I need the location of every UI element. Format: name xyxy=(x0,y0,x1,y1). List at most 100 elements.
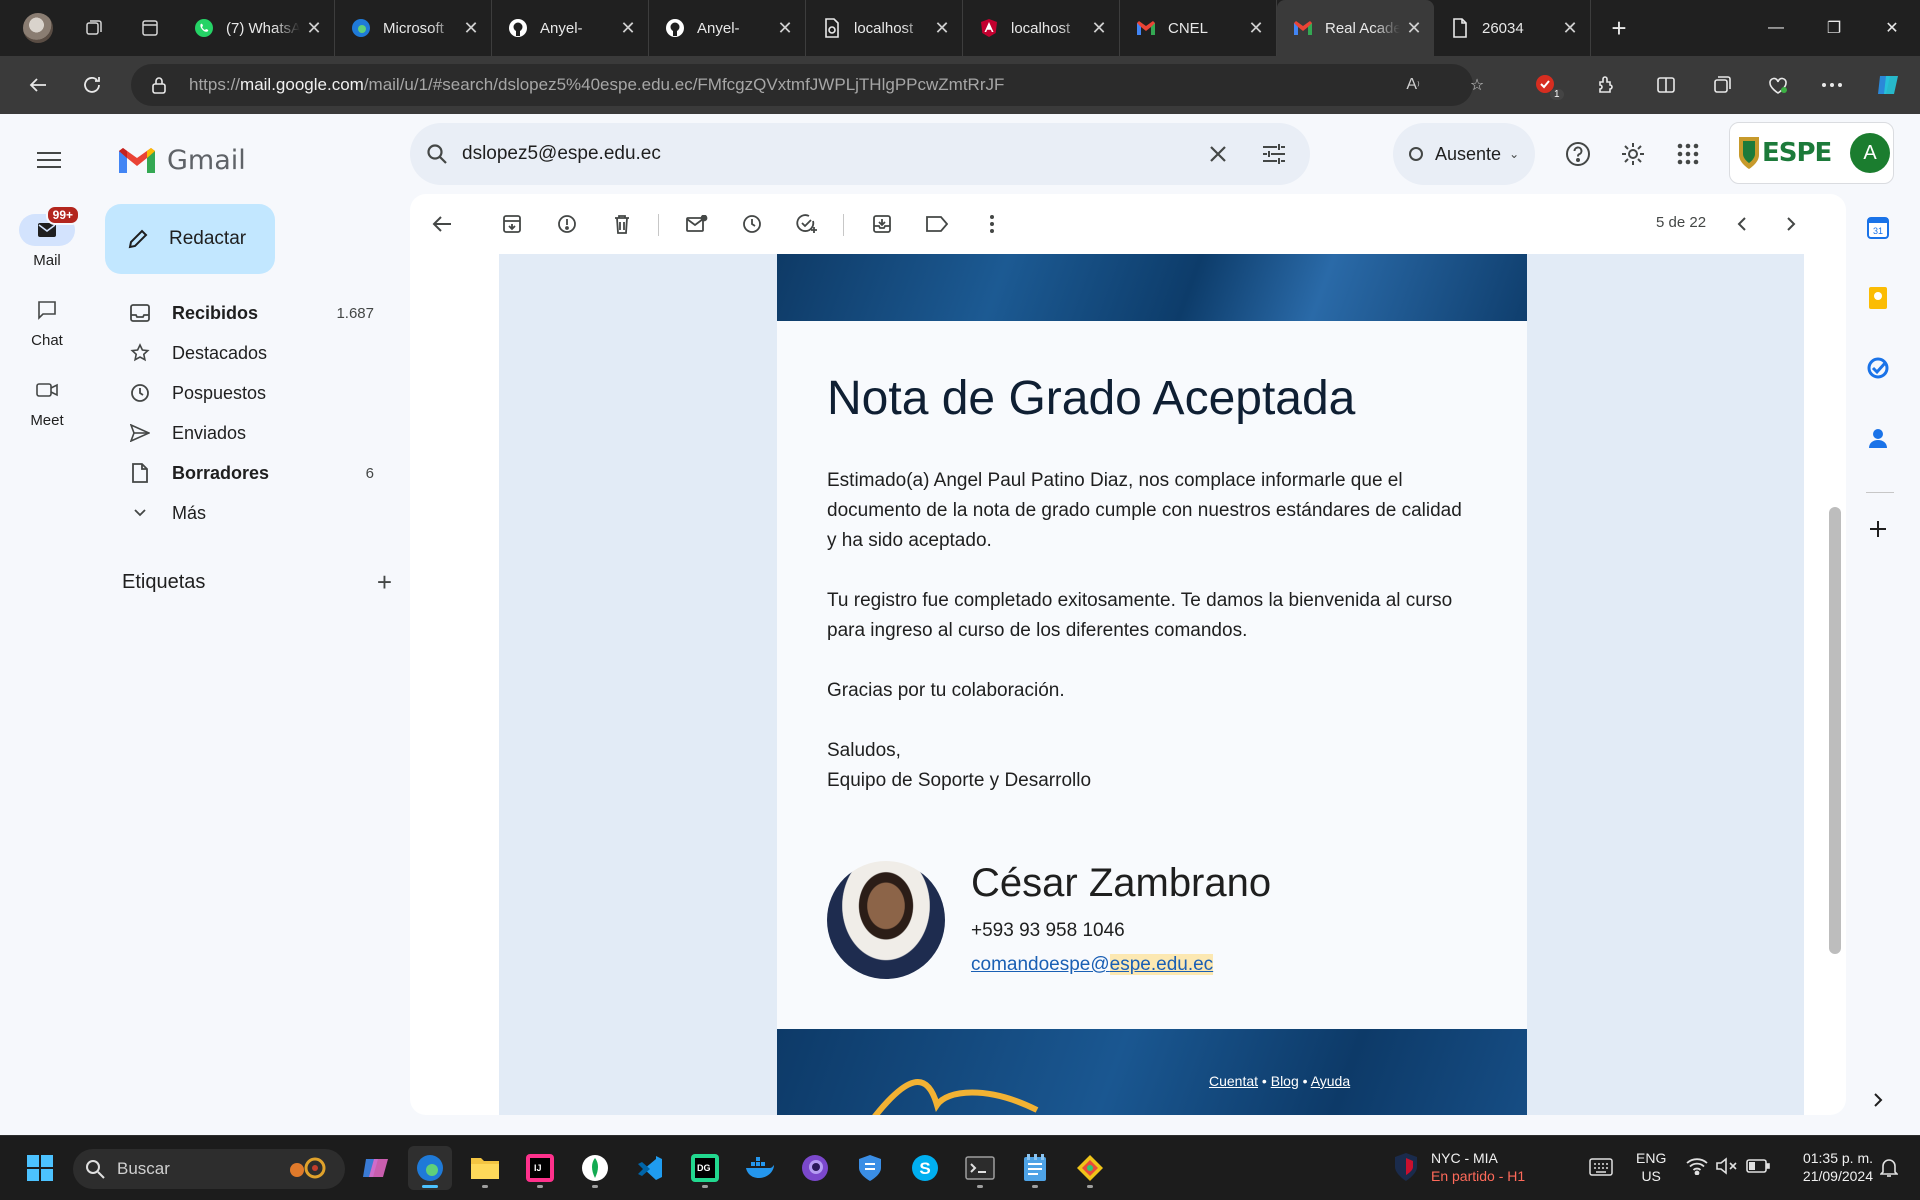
add-label-icon[interactable]: + xyxy=(377,567,392,598)
mark-unread-icon[interactable] xyxy=(675,202,719,246)
notifications-bell-icon[interactable] xyxy=(1879,1158,1899,1183)
minimize-icon[interactable]: — xyxy=(1748,0,1804,56)
calendar-icon[interactable]: 31 xyxy=(1858,208,1898,248)
wifi-icon[interactable] xyxy=(1686,1157,1708,1180)
snooze-clock-icon[interactable] xyxy=(730,202,774,246)
move-to-icon[interactable] xyxy=(860,202,904,246)
keyboard-icon[interactable] xyxy=(1589,1158,1613,1181)
sports-widget[interactable]: NYC - MIA En partido - H1 xyxy=(1431,1149,1525,1185)
close-tab-icon[interactable]: ✕ xyxy=(614,18,642,39)
scrollbar-thumb[interactable] xyxy=(1829,507,1841,954)
intellij-icon[interactable]: IJ xyxy=(518,1146,562,1190)
volume-muted-icon[interactable] xyxy=(1716,1157,1738,1180)
taskbar-search[interactable]: Buscar xyxy=(73,1149,345,1189)
edge-app-icon[interactable] xyxy=(408,1146,452,1190)
sidebar-item-more[interactable]: Más xyxy=(94,493,394,533)
close-tab-icon[interactable]: ✕ xyxy=(1400,18,1428,39)
search-input[interactable]: dslopez5@espe.edu.ec xyxy=(462,143,1190,165)
mongodb-compass-icon[interactable] xyxy=(573,1146,617,1190)
older-chevron-right-icon[interactable] xyxy=(1769,202,1813,246)
contacts-icon[interactable] xyxy=(1858,418,1898,458)
close-tab-icon[interactable]: ✕ xyxy=(1242,18,1270,39)
tab-actions-icon[interactable] xyxy=(122,0,178,56)
browser-tab-active[interactable]: Real Academia ✕ xyxy=(1277,0,1434,56)
sports-league-icon[interactable] xyxy=(1393,1152,1419,1187)
browser-tab[interactable]: CNEL ✕ xyxy=(1120,0,1277,56)
keep-notes-icon[interactable] xyxy=(1858,278,1898,318)
browser-tab[interactable]: Anyel- ✕ xyxy=(492,0,649,56)
terminal-icon[interactable] xyxy=(958,1146,1002,1190)
compose-button[interactable]: Redactar xyxy=(105,204,275,274)
rail-mail[interactable]: 99+ Mail xyxy=(0,205,94,269)
skype-icon[interactable]: S xyxy=(903,1146,947,1190)
notepad-icon[interactable] xyxy=(1013,1146,1057,1190)
sidebar-item-starred[interactable]: Destacados xyxy=(94,333,394,373)
help-icon[interactable] xyxy=(1555,131,1601,177)
sidebar-item-drafts[interactable]: Borradores 6 xyxy=(94,453,394,493)
rail-chat[interactable]: Chat xyxy=(0,294,94,349)
tasks-icon[interactable] xyxy=(1858,348,1898,388)
close-tab-icon[interactable]: ✕ xyxy=(457,18,485,39)
status-selector[interactable]: Ausente ⌄ xyxy=(1393,123,1535,185)
firefox-browser-icon[interactable] xyxy=(793,1146,837,1190)
browser-tab[interactable]: 26034 ✕ xyxy=(1434,0,1591,56)
sidebar-item-snoozed[interactable]: Pospuestos xyxy=(94,373,394,413)
newer-chevron-left-icon[interactable] xyxy=(1720,202,1764,246)
gmail-logo[interactable]: Gmail xyxy=(117,136,246,184)
search-icon[interactable] xyxy=(426,143,448,165)
clear-search-icon[interactable] xyxy=(1190,126,1246,182)
refresh-icon[interactable] xyxy=(70,56,114,114)
language-indicator[interactable]: ENG US xyxy=(1636,1149,1666,1185)
delete-trash-icon[interactable] xyxy=(600,202,644,246)
read-aloud-icon[interactable]: A ⁾ xyxy=(1393,64,1433,106)
copilot-icon[interactable] xyxy=(1866,56,1910,114)
git-tool-icon[interactable] xyxy=(1068,1146,1112,1190)
signature-email-link[interactable]: comandoespe@espe.edu.ec xyxy=(971,954,1214,975)
close-tab-icon[interactable]: ✕ xyxy=(300,18,328,39)
sidebar-item-inbox[interactable]: Recibidos 1.687 xyxy=(94,293,394,333)
report-spam-icon[interactable] xyxy=(545,202,589,246)
clock[interactable]: 01:35 p. m. 21/09/2024 xyxy=(1787,1149,1873,1185)
browser-tab[interactable]: (7) WhatsApp ✕ xyxy=(178,0,335,56)
file-explorer-icon[interactable] xyxy=(463,1146,507,1190)
browser-essentials-icon[interactable] xyxy=(1756,56,1800,114)
new-tab-button[interactable]: + xyxy=(1591,0,1647,56)
back-arrow-icon[interactable] xyxy=(16,56,60,114)
close-tab-icon[interactable]: ✕ xyxy=(771,18,799,39)
footer-link-help[interactable]: Ayuda xyxy=(1311,1073,1350,1089)
vscode-icon[interactable] xyxy=(628,1146,672,1190)
docker-icon[interactable] xyxy=(738,1146,782,1190)
browser-tab[interactable]: localhost ✕ xyxy=(806,0,963,56)
split-screen-icon[interactable] xyxy=(1644,56,1688,114)
browser-tab[interactable]: Anyel- ✕ xyxy=(649,0,806,56)
rail-meet[interactable]: Meet xyxy=(0,374,94,429)
browser-profile-avatar[interactable] xyxy=(23,13,53,43)
windows-start-icon[interactable] xyxy=(18,1146,62,1190)
browser-tab[interactable]: localhost ✕ xyxy=(963,0,1120,56)
extension-shield-icon[interactable]: 1 xyxy=(1524,56,1568,114)
more-vertical-icon[interactable] xyxy=(970,202,1014,246)
back-to-list-icon[interactable] xyxy=(420,202,464,246)
copilot-app-icon[interactable] xyxy=(354,1146,398,1190)
search-bar[interactable]: dslopez5@espe.edu.ec xyxy=(410,123,1310,185)
get-addons-plus-icon[interactable] xyxy=(1858,509,1898,549)
browser-tab[interactable]: Microsoft ✕ xyxy=(335,0,492,56)
battery-icon[interactable] xyxy=(1746,1158,1770,1179)
workspaces-icon[interactable] xyxy=(66,0,122,56)
footer-link-blog[interactable]: Blog xyxy=(1271,1073,1299,1089)
sidebar-item-sent[interactable]: Enviados xyxy=(94,413,394,453)
more-options-icon[interactable] xyxy=(1810,56,1854,114)
close-window-icon[interactable]: ✕ xyxy=(1864,0,1920,56)
search-options-icon[interactable] xyxy=(1246,126,1302,182)
collections-icon[interactable] xyxy=(1700,56,1744,114)
close-tab-icon[interactable]: ✕ xyxy=(1085,18,1113,39)
close-tab-icon[interactable]: ✕ xyxy=(928,18,956,39)
close-tab-icon[interactable]: ✕ xyxy=(1556,18,1584,39)
extensions-icon[interactable] xyxy=(1584,56,1628,114)
expand-panel-chevron-icon[interactable] xyxy=(1858,1080,1898,1120)
apps-grid-icon[interactable] xyxy=(1665,131,1711,177)
restore-icon[interactable]: ❐ xyxy=(1806,0,1862,56)
footer-link-account[interactable]: Cuentat xyxy=(1209,1073,1258,1089)
archive-icon[interactable] xyxy=(490,202,534,246)
add-task-icon[interactable] xyxy=(785,202,829,246)
